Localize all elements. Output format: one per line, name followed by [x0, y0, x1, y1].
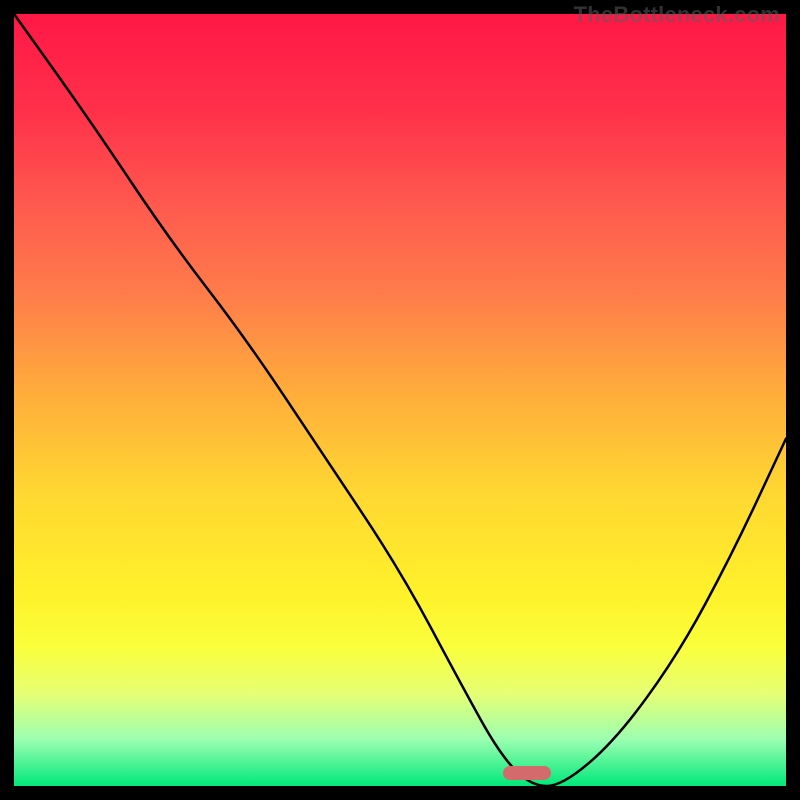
bottleneck-curve: [14, 14, 786, 786]
minimum-marker: [503, 766, 551, 780]
watermark-text: TheBottleneck.com: [574, 2, 780, 28]
